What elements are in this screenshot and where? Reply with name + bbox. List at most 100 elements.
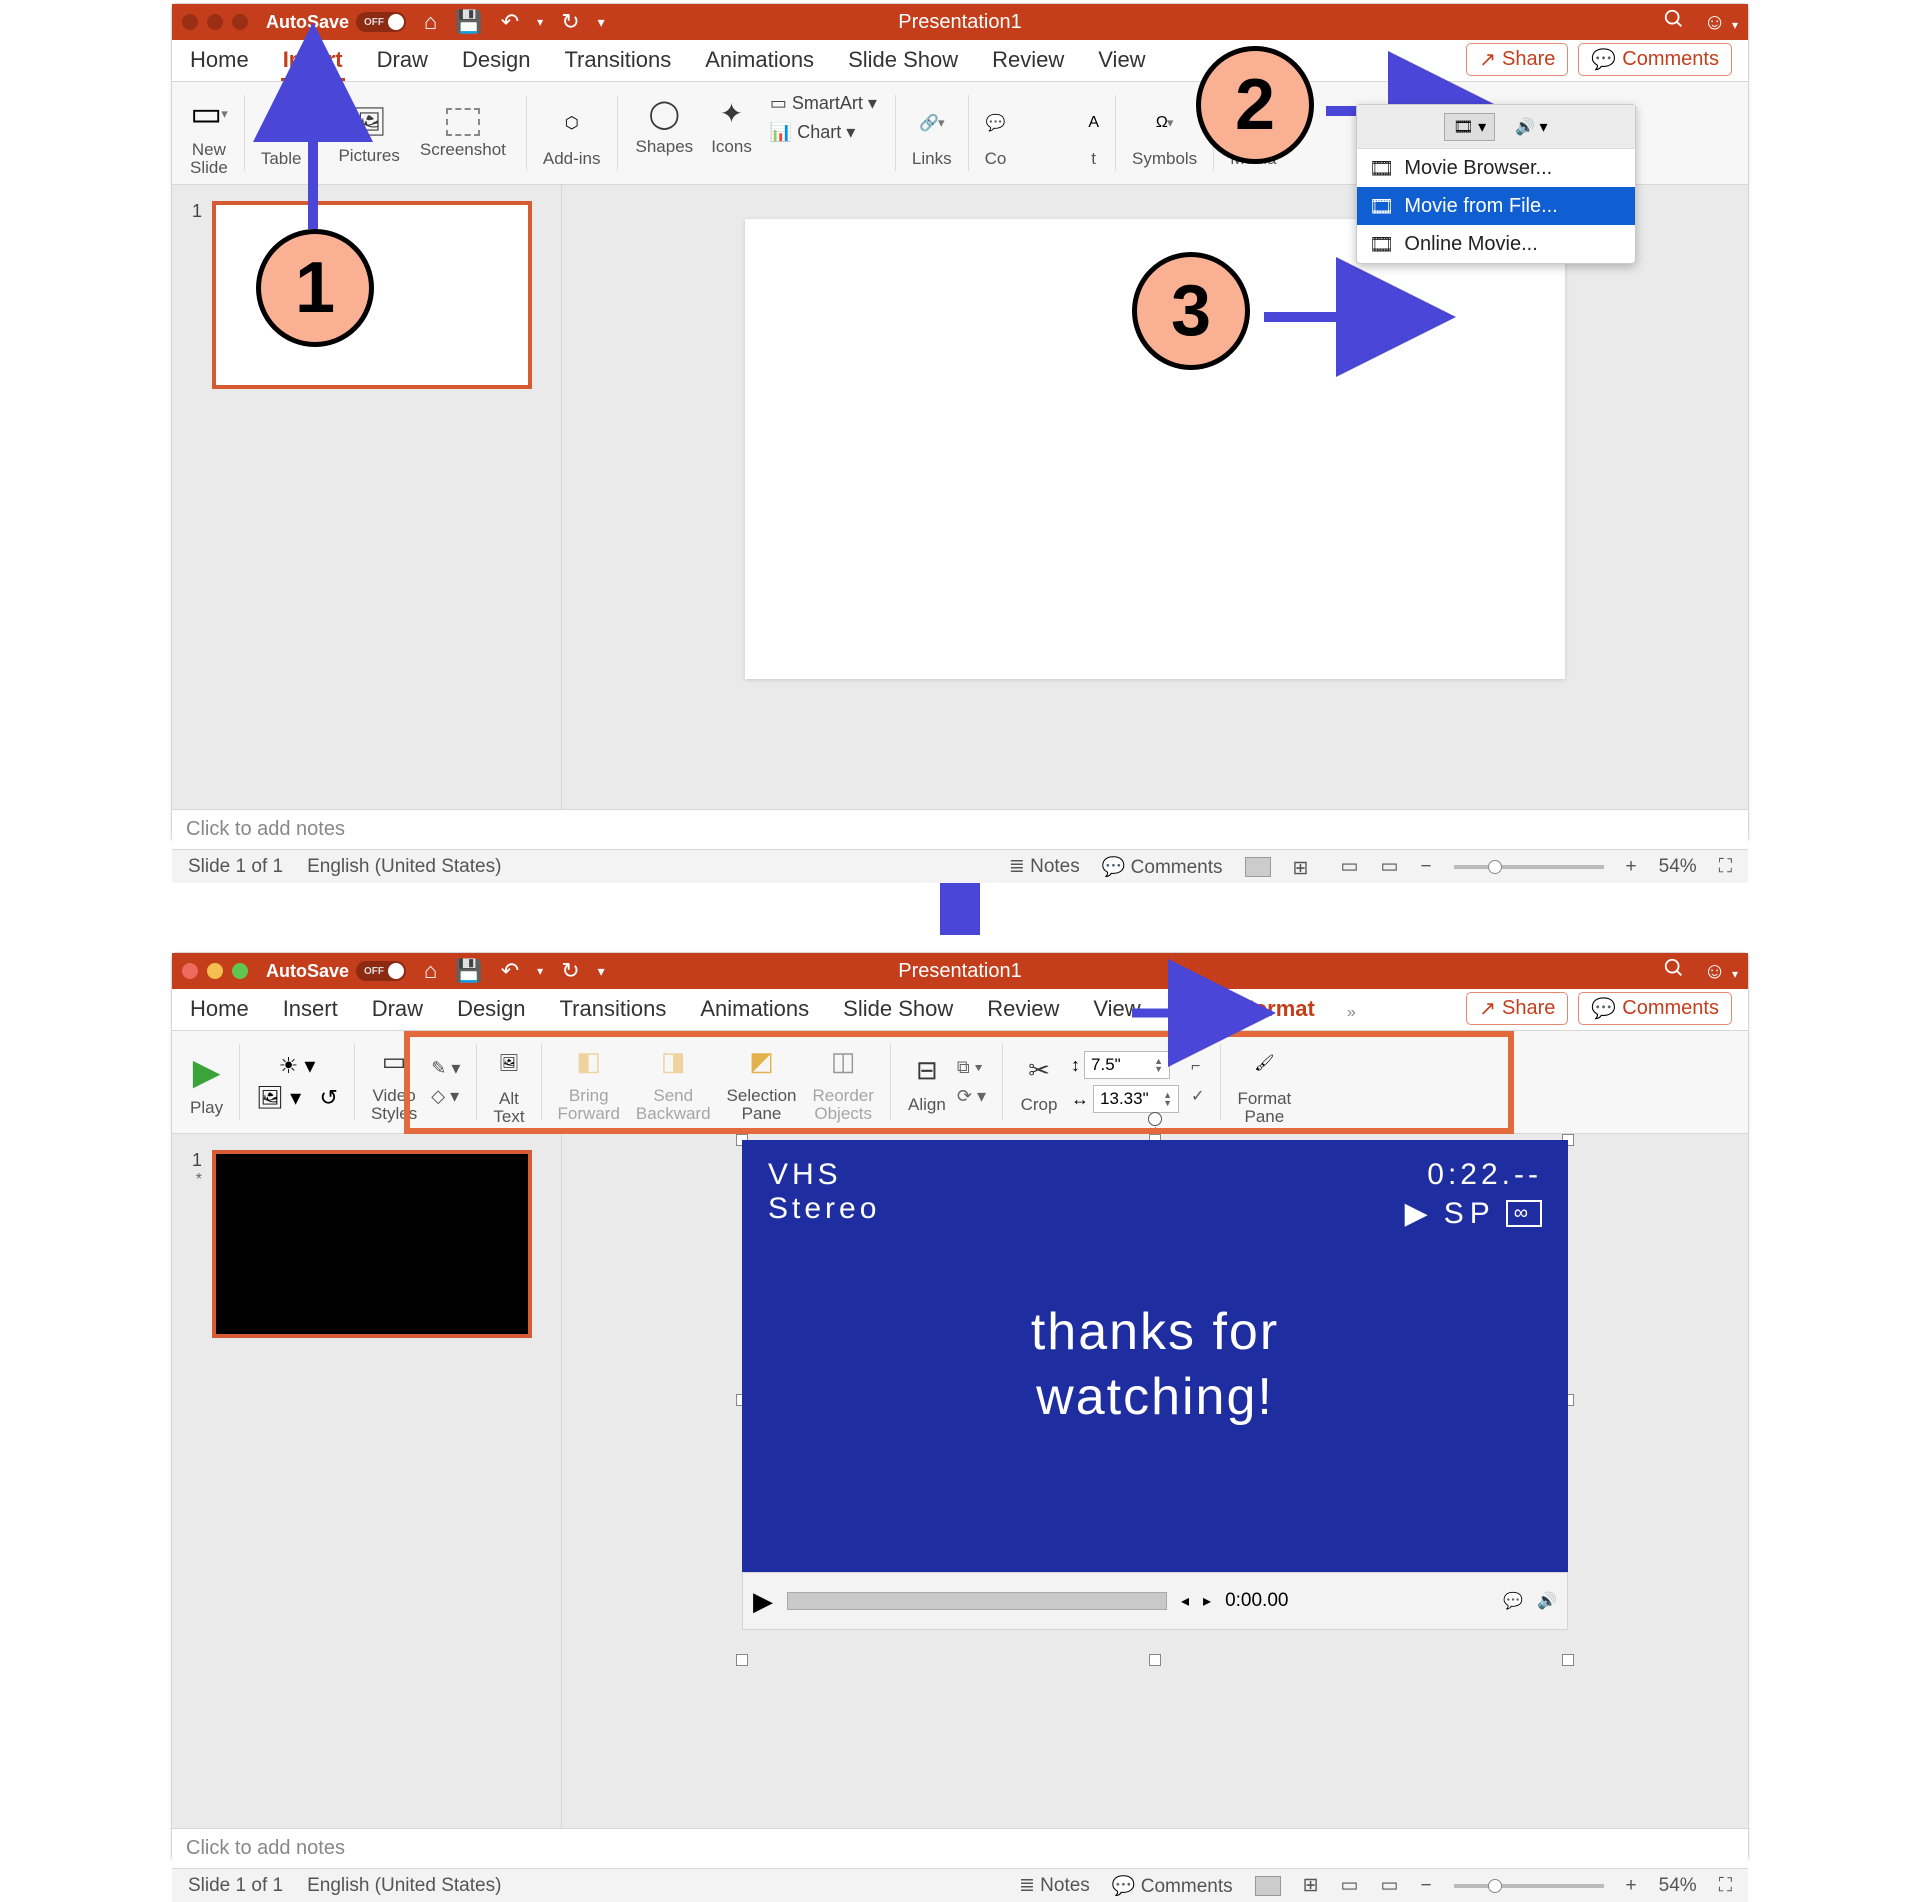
video-submenu-icon[interactable]: 🎞 ▾	[1444, 113, 1495, 141]
group-objects-icon[interactable]: ⧉ ▾	[957, 1057, 986, 1078]
rotate-handle[interactable]	[1148, 1112, 1162, 1126]
zoom-value[interactable]: 54%	[1659, 856, 1697, 878]
status-comments-button[interactable]: 💬 Comments	[1112, 1874, 1233, 1898]
status-comments-button[interactable]: 💬 Comments	[1102, 855, 1223, 879]
progress-bar[interactable]	[787, 1592, 1167, 1610]
resize-handle[interactable]	[1562, 1654, 1574, 1666]
button-icons[interactable]: ✦Icons	[711, 93, 752, 156]
autosave-toggle[interactable]: AutoSave OFF	[266, 12, 406, 33]
tab-design[interactable]: Design	[455, 990, 527, 1030]
step-back-icon[interactable]: ◂	[1181, 1591, 1189, 1611]
menu-movie-from-file[interactable]: 🎞Movie from File...	[1357, 187, 1635, 225]
group-corrections[interactable]: ☀ ▾ 🖼 ▾ ↺	[246, 1036, 348, 1128]
save-icon[interactable]: 💾	[455, 9, 482, 35]
audio-submenu-icon[interactable]: 🔊 ▾	[1515, 117, 1547, 137]
button-symbols[interactable]: Ω▾ Symbols	[1122, 87, 1207, 179]
search-icon[interactable]	[1663, 957, 1685, 985]
tabs-overflow-icon[interactable]: »	[1347, 1004, 1356, 1030]
button-bring-forward[interactable]: ◧Bring Forward	[558, 1042, 620, 1123]
resize-handle[interactable]	[1149, 1654, 1161, 1666]
button-screenshot[interactable]: Screenshot	[420, 108, 506, 159]
share-button[interactable]: ↗ Share	[1466, 992, 1568, 1025]
tab-transitions[interactable]: Transitions	[562, 41, 673, 81]
zoom-out-icon[interactable]: −	[1420, 1875, 1431, 1897]
button-addins[interactable]: ⬡ Add-ins	[533, 87, 611, 179]
zoom-out-icon[interactable]: −	[1420, 856, 1431, 878]
tab-home[interactable]: Home	[188, 990, 251, 1030]
view-slideshow-icon[interactable]: ▭	[1380, 1874, 1398, 1897]
tab-slideshow[interactable]: Slide Show	[841, 990, 955, 1030]
status-notes-button[interactable]: ≣ Notes	[1019, 1874, 1090, 1897]
tab-slideshow[interactable]: Slide Show	[846, 41, 960, 81]
group-new-slide[interactable]: ▭▾ New Slide	[180, 87, 238, 179]
button-chart[interactable]: 📊 Chart ▾	[770, 122, 877, 143]
comments-button[interactable]: 💬 Comments	[1578, 43, 1732, 76]
video-border-icon[interactable]: ◇ ▾	[431, 1086, 460, 1107]
traffic-lights[interactable]	[182, 14, 248, 30]
button-crop[interactable]: ✂Crop	[1019, 1051, 1059, 1114]
play-icon[interactable]: ▶	[753, 1586, 773, 1617]
button-play[interactable]: ▶ Play	[180, 1036, 233, 1128]
autosave-toggle[interactable]: AutoSave OFF	[266, 961, 406, 982]
notes-pane[interactable]: Click to add notes	[172, 809, 1748, 849]
width-input[interactable]: 13.33"▲▼	[1093, 1085, 1179, 1113]
tab-home[interactable]: Home	[188, 41, 251, 81]
tab-review[interactable]: Review	[990, 41, 1066, 81]
button-comment[interactable]: 💬 Co	[975, 87, 1017, 179]
button-smartart[interactable]: ▭ SmartArt ▾	[770, 93, 877, 114]
resize-handle[interactable]	[736, 1654, 748, 1666]
status-notes-button[interactable]: ≣ Notes	[1009, 855, 1080, 878]
aspect-confirm-icon[interactable]: ✓	[1191, 1086, 1204, 1106]
tab-review[interactable]: Review	[985, 990, 1061, 1030]
slide-thumbnail-1[interactable]	[212, 1150, 532, 1338]
menu-online-movie[interactable]: 🎞Online Movie...	[1357, 225, 1635, 263]
view-reading-icon[interactable]: ▭	[1341, 855, 1359, 878]
redo-icon[interactable]: ↻	[561, 9, 579, 35]
status-language[interactable]: English (United States)	[307, 1875, 501, 1897]
button-alt-text[interactable]: 🖼 Alt Text	[483, 1036, 534, 1128]
zoom-value[interactable]: 54%	[1659, 1875, 1697, 1897]
video-object[interactable]: VHS Stereo 0:22.-- ▶SP∞ thanks forwatchi…	[742, 1140, 1568, 1660]
home-icon[interactable]: ⌂	[424, 9, 437, 35]
button-text[interactable]: A t	[1078, 87, 1109, 179]
rotate-icon[interactable]: ⟳ ▾	[957, 1086, 986, 1107]
tab-design[interactable]: Design	[460, 41, 532, 81]
view-reading-icon[interactable]: ▭	[1341, 1874, 1359, 1897]
aspect-unlock-icon[interactable]: ⌐	[1191, 1058, 1204, 1076]
redo-icon[interactable]: ↻	[561, 958, 579, 984]
tab-animations[interactable]: Animations	[703, 41, 816, 81]
step-forward-icon[interactable]: ▸	[1203, 1591, 1211, 1611]
notes-pane[interactable]: Click to add notes	[172, 1828, 1748, 1868]
zoom-slider[interactable]	[1454, 1884, 1604, 1888]
fit-to-window-icon[interactable]: ⛶	[1719, 856, 1732, 878]
zoom-in-icon[interactable]: +	[1626, 1875, 1637, 1897]
thumbnail-pane[interactable]: 1 *	[172, 1134, 562, 1828]
video-shape-icon[interactable]: ✎ ▾	[431, 1058, 460, 1079]
view-normal-icon[interactable]	[1255, 1876, 1281, 1896]
search-icon[interactable]	[1663, 8, 1685, 36]
height-input[interactable]: 7.5"▲▼	[1084, 1051, 1170, 1079]
tab-draw[interactable]: Draw	[370, 990, 425, 1030]
undo-icon[interactable]: ↶	[501, 958, 519, 984]
view-normal-icon[interactable]	[1245, 857, 1271, 877]
save-icon[interactable]: 💾	[455, 958, 482, 984]
button-reorder-objects[interactable]: ◫Reorder Objects	[812, 1042, 873, 1123]
tab-view[interactable]: View	[1096, 41, 1147, 81]
tab-transitions[interactable]: Transitions	[558, 990, 669, 1030]
tab-insert[interactable]: Insert	[281, 990, 340, 1030]
zoom-slider[interactable]	[1454, 865, 1604, 869]
button-selection-pane[interactable]: ◩Selection Pane	[727, 1042, 797, 1123]
account-icon[interactable]: ☺ ▾	[1703, 9, 1738, 35]
button-align[interactable]: ⊟Align	[907, 1051, 947, 1114]
qat-dropdown-icon[interactable]: ▾	[598, 14, 605, 31]
volume-icon[interactable]: 🔊	[1537, 1591, 1557, 1611]
view-slideshow-icon[interactable]: ▭	[1380, 855, 1398, 878]
share-button[interactable]: ↗ Share	[1466, 43, 1568, 76]
button-shapes[interactable]: ◯Shapes	[636, 93, 694, 156]
home-icon[interactable]: ⌂	[424, 958, 437, 984]
button-video-styles[interactable]: ▭Video Styles	[371, 1042, 417, 1123]
view-sorter-icon[interactable]: ⊞	[1293, 857, 1319, 877]
status-language[interactable]: English (United States)	[307, 856, 501, 878]
menu-movie-browser[interactable]: 🎞Movie Browser...	[1357, 149, 1635, 187]
qat-dropdown-icon[interactable]: ▾	[598, 963, 605, 980]
